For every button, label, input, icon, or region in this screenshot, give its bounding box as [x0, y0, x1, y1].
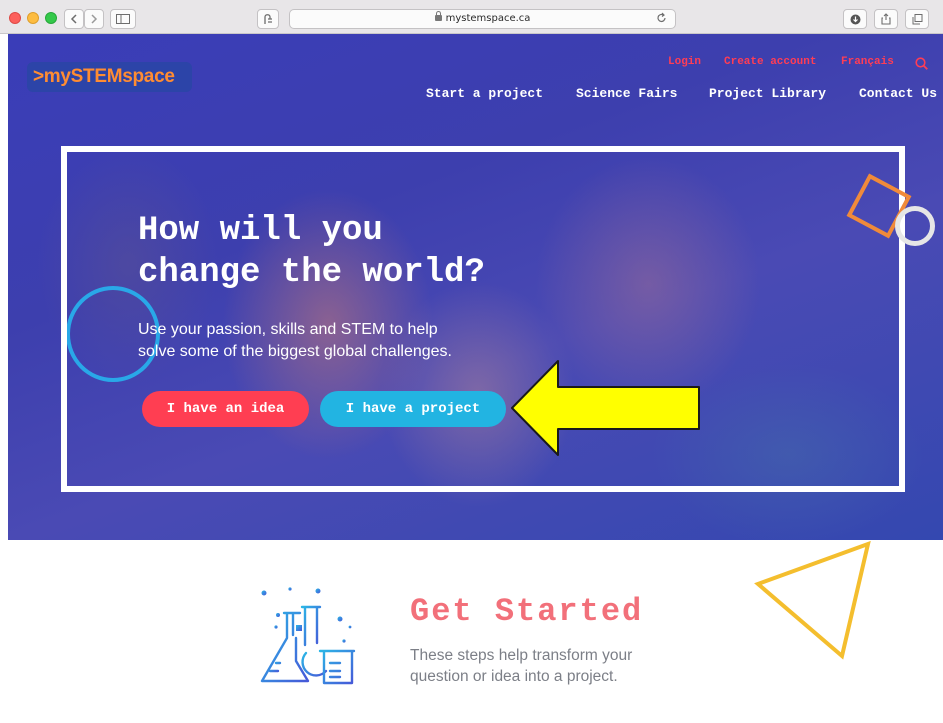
address-bar[interactable]: mystemspace.ca [289, 9, 676, 29]
headline-line-1: How will you [138, 212, 383, 250]
sidebar-button[interactable] [110, 9, 136, 29]
nav-contact-us[interactable]: Contact Us [859, 86, 937, 101]
language-link[interactable]: Français [841, 56, 894, 68]
get-started-description: These steps help transform your question… [410, 645, 690, 687]
zoom-window-button[interactable] [45, 12, 57, 24]
minimize-window-button[interactable] [27, 12, 39, 24]
close-window-button[interactable] [9, 12, 21, 24]
decorative-triangle [754, 540, 871, 660]
tabs-button[interactable] [905, 9, 929, 29]
i-have-a-project-button[interactable]: I have a project [320, 391, 506, 427]
url-text: mystemspace.ca [445, 13, 531, 24]
downloads-button[interactable] [843, 9, 867, 29]
lab-flasks-icon [260, 587, 356, 685]
hero-section: >mySTEMspace Login Create account França… [8, 34, 943, 540]
chevron-right-icon [91, 14, 98, 24]
hero-headline: How will you change the world? [138, 210, 618, 294]
extension-icon [264, 14, 272, 24]
i-have-an-idea-button[interactable]: I have an idea [142, 391, 309, 427]
chevron-left-icon [70, 14, 77, 24]
get-started-line-2: question or idea into a project. [410, 668, 618, 685]
sidebar-icon [116, 14, 130, 24]
download-icon [850, 14, 860, 25]
annotation-arrow-icon [511, 360, 700, 456]
back-button[interactable] [64, 9, 84, 29]
browser-toolbar: mystemspace.ca [0, 0, 943, 34]
nav-project-library[interactable]: Project Library [709, 86, 826, 101]
create-account-link[interactable]: Create account [724, 56, 816, 68]
lock-icon [434, 11, 442, 21]
reload-icon[interactable] [657, 12, 667, 24]
headline-line-2: change the world? [138, 254, 485, 292]
share-icon [881, 13, 891, 25]
search-icon[interactable] [915, 57, 928, 70]
forward-button[interactable] [84, 9, 104, 29]
share-button[interactable] [874, 9, 898, 29]
login-link[interactable]: Login [668, 56, 701, 68]
site-logo[interactable]: >mySTEMspace [27, 62, 192, 92]
extension-button[interactable] [257, 9, 279, 29]
hero-subtitle: Use your passion, skills and STEM to hel… [138, 319, 558, 363]
subtitle-line-2: solve some of the biggest global challen… [138, 343, 452, 360]
decorative-ring [895, 206, 935, 246]
get-started-line-1: These steps help transform your [410, 647, 633, 664]
subtitle-line-1: Use your passion, skills and STEM to hel… [138, 321, 438, 338]
get-started-title: Get Started [410, 593, 644, 630]
nav-science-fairs[interactable]: Science Fairs [576, 86, 677, 101]
tabs-icon [912, 14, 922, 25]
nav-start-a-project[interactable]: Start a project [426, 86, 543, 101]
